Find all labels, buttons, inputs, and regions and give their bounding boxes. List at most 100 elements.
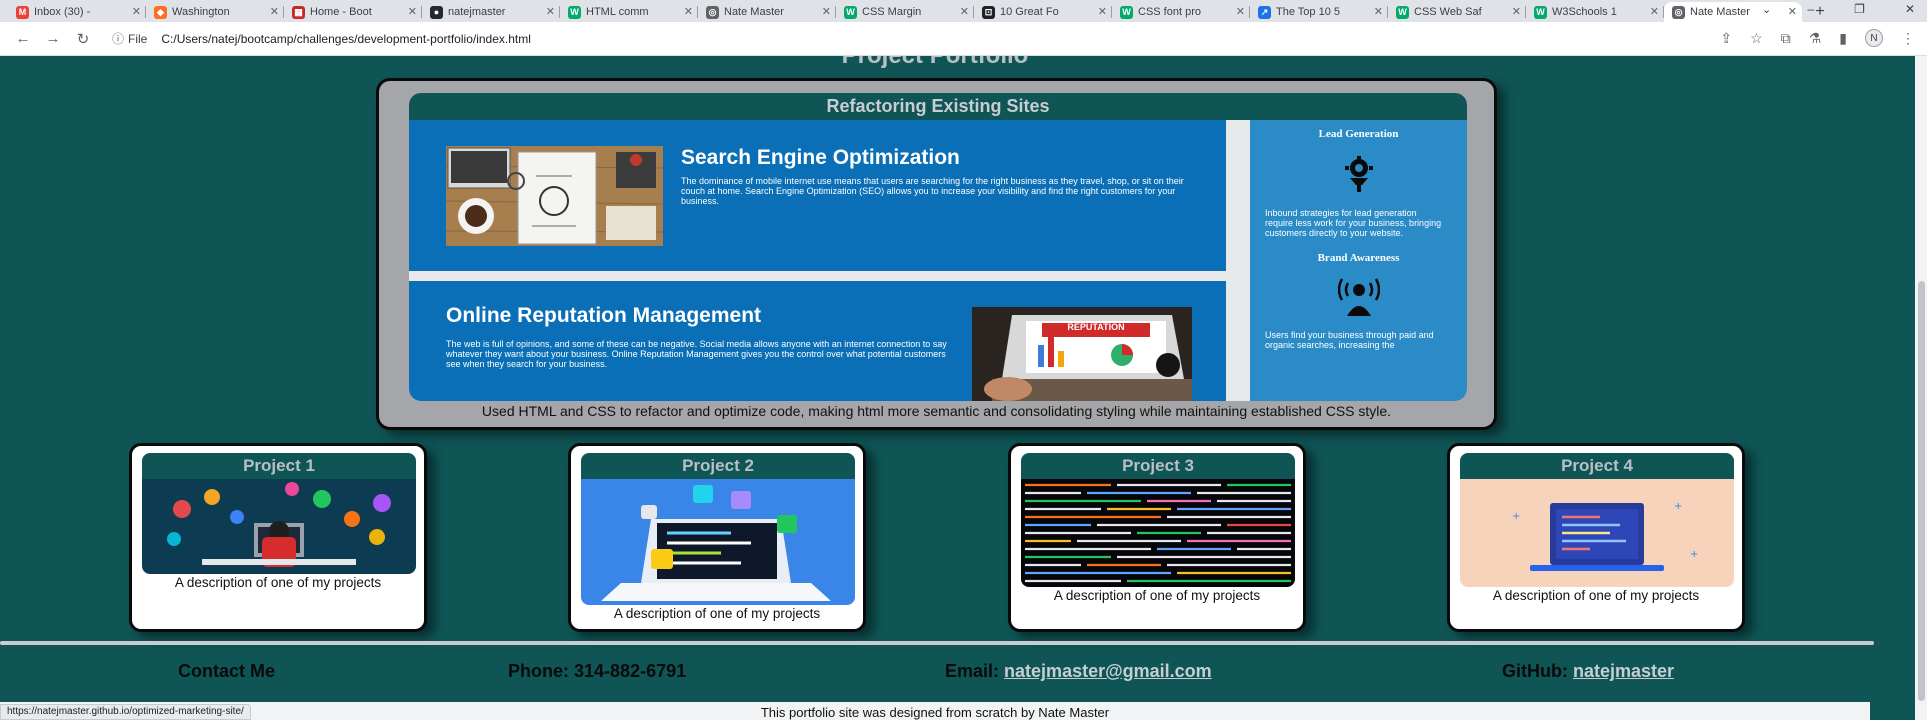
project-card-4[interactable]: Project 4 + + + A description of one of … [1447, 443, 1745, 632]
featured-project: Refactoring Existing Sites Search Engine… [376, 78, 1497, 430]
phone-label: Phone: [508, 661, 569, 681]
tab-close-icon[interactable]: ✕ [546, 5, 555, 18]
side-panel-icon[interactable]: ▮ [1839, 30, 1847, 47]
address-bar[interactable]: ⓘ File C:/Users/natej/bootcamp/challenge… [112, 26, 1612, 52]
featured-project-caption: Used HTML and CSS to refactor and optimi… [481, 403, 1392, 419]
back-icon[interactable]: ← [8, 30, 38, 47]
tab-close-icon[interactable]: ✕ [1098, 5, 1107, 18]
orm-description: The web is full of opinions, and some of… [446, 339, 947, 369]
vertical-scrollbar[interactable] [1915, 56, 1927, 720]
browser-tab[interactable]: ◆ Washington ✕ [146, 2, 284, 22]
lead-generation-icon [1338, 154, 1380, 194]
tab-close-icon[interactable]: ✕ [822, 5, 831, 18]
project-2-image [581, 479, 855, 605]
tab-title: Inbox (30) - [34, 6, 91, 18]
tab-title: natejmaster [448, 6, 506, 18]
orm-image-text: REPUTATION [1067, 322, 1125, 332]
browser-tab[interactable]: ⊡ 10 Great Fo ✕ [974, 2, 1112, 22]
reload-icon[interactable]: ↻ [68, 30, 98, 48]
tab-close-icon[interactable]: ✕ [1788, 5, 1797, 18]
tab-close-icon[interactable]: ✕ [132, 5, 141, 18]
featured-project-preview[interactable]: Search Engine Optimization The dominance… [409, 120, 1467, 401]
tab-favicon-icon: ⊡ [982, 5, 995, 19]
tab-close-icon[interactable]: ✕ [1236, 5, 1245, 18]
close-window-icon[interactable]: ✕ [1905, 2, 1915, 16]
contact-heading: Contact Me [178, 661, 276, 681]
tab-title: W3Schools 1 [1552, 6, 1617, 18]
browser-tab[interactable]: M Inbox (30) - ✕ [8, 2, 146, 22]
project-title: Project 1 [142, 453, 416, 479]
browser-tab[interactable]: ◎ Nate Master ✕ [1664, 2, 1802, 22]
benefits-sidebar: Lead Generation Inbound strategies for l… [1250, 120, 1467, 401]
tab-close-icon[interactable]: ✕ [684, 5, 693, 18]
tab-close-icon[interactable]: ✕ [1512, 5, 1521, 18]
tab-favicon-icon: ▦ [292, 5, 305, 19]
browser-tab[interactable]: W HTML comm ✕ [560, 2, 698, 22]
email-link[interactable]: natejmaster@gmail.com [1004, 661, 1212, 681]
tab-favicon-icon: W [1120, 5, 1133, 19]
tab-favicon-icon: M [16, 5, 29, 19]
tab-favicon-icon: W [844, 5, 857, 19]
browser-tab[interactable]: ▦ Home - Boot ✕ [284, 2, 422, 22]
footer-credit: This portfolio site was designed from sc… [760, 705, 1110, 720]
tab-favicon-icon: W [1396, 5, 1409, 19]
browser-tab[interactable]: ◎ Nate Master ✕ [698, 2, 836, 22]
status-bar-url: https://natejmaster.github.io/optimized-… [0, 704, 251, 720]
brand-awareness-icon [1337, 278, 1381, 318]
tab-close-icon[interactable]: ✕ [1374, 5, 1383, 18]
tab-close-icon[interactable]: ✕ [960, 5, 969, 18]
seo-description: The dominance of mobile internet use mea… [681, 176, 1184, 206]
tab-favicon-icon: ◎ [706, 5, 719, 19]
project-title: Project 4 [1460, 453, 1734, 479]
tab-close-icon[interactable]: ✕ [408, 5, 417, 18]
brand-awareness-title: Brand Awareness [1317, 252, 1400, 264]
browser-tab[interactable]: W W3Schools 1 ✕ [1526, 2, 1664, 22]
tab-favicon-icon: ◆ [154, 5, 167, 19]
browser-toolbar: ← → ↻ ⓘ File C:/Users/natej/bootcamp/cha… [0, 22, 1927, 56]
tab-close-icon[interactable]: ✕ [1650, 5, 1659, 18]
url-text[interactable]: C:/Users/natej/bootcamp/challenges/devel… [161, 32, 531, 46]
tab-title: CSS font pro [1138, 6, 1201, 18]
browser-tab[interactable]: ↗ The Top 10 5 ✕ [1250, 2, 1388, 22]
scrollbar-thumb[interactable] [1918, 281, 1925, 701]
svg-text:+: + [1690, 549, 1698, 560]
tab-close-icon[interactable]: ✕ [270, 5, 279, 18]
tab-title: HTML comm [586, 6, 649, 18]
forward-icon[interactable]: → [38, 30, 68, 47]
project-card-1[interactable]: Project 1 A description of one of my pro… [129, 443, 427, 632]
toolbar-actions: ⇪ ☆ ⧉ ⚗ ▮ N ⋮ [1720, 29, 1915, 47]
phone-number: 314-882-6791 [574, 661, 687, 681]
bookmark-star-icon[interactable]: ☆ [1750, 30, 1763, 47]
project-title: Project 2 [581, 453, 855, 479]
github-link[interactable]: natejmaster [1573, 661, 1674, 681]
lab-flask-icon[interactable]: ⚗ [1809, 30, 1822, 47]
tab-title: Washington [172, 6, 230, 18]
tab-title: 10 Great Fo [1000, 6, 1059, 18]
extensions-icon[interactable]: ⧉ [1781, 30, 1791, 47]
tab-search-icon[interactable]: ⌄ [1762, 3, 1771, 16]
browser-tab[interactable]: W CSS Web Saf ✕ [1388, 2, 1526, 22]
seo-image [446, 146, 663, 246]
project-card-3[interactable]: Project 3 A description of one of my pro… [1008, 443, 1306, 632]
project-card-2[interactable]: Project 2 A description of one of my pro… [568, 443, 866, 632]
tab-favicon-icon: W [1534, 5, 1547, 19]
share-icon[interactable]: ⇪ [1720, 30, 1732, 47]
project-title: Project 3 [1021, 453, 1295, 479]
footer-divider [0, 641, 1874, 645]
browser-tab[interactable]: W CSS Margin ✕ [836, 2, 974, 22]
minimize-icon[interactable]: – [1807, 2, 1814, 16]
tab-title: Home - Boot [310, 6, 372, 18]
svg-text:+: + [1674, 501, 1682, 512]
project-description: A description of one of my projects [174, 575, 382, 590]
github-contact: GitHub: natejmaster [1502, 661, 1674, 682]
menu-kebab-icon[interactable]: ⋮ [1901, 30, 1915, 47]
profile-avatar[interactable]: N [1865, 29, 1883, 47]
info-icon[interactable]: ⓘ [112, 30, 124, 47]
tab-title: CSS Margin [862, 6, 922, 18]
project-1-image [142, 479, 416, 574]
tab-favicon-icon: ↗ [1258, 5, 1271, 19]
tab-strip: M Inbox (30) - ✕ ◆ Washington ✕ ▦ Home - Boot ✕… [0, 0, 1927, 22]
restore-icon[interactable]: ❐ [1854, 2, 1865, 16]
browser-tab[interactable]: ● natejmaster ✕ [422, 2, 560, 22]
browser-tab[interactable]: W CSS font pro ✕ [1112, 2, 1250, 22]
